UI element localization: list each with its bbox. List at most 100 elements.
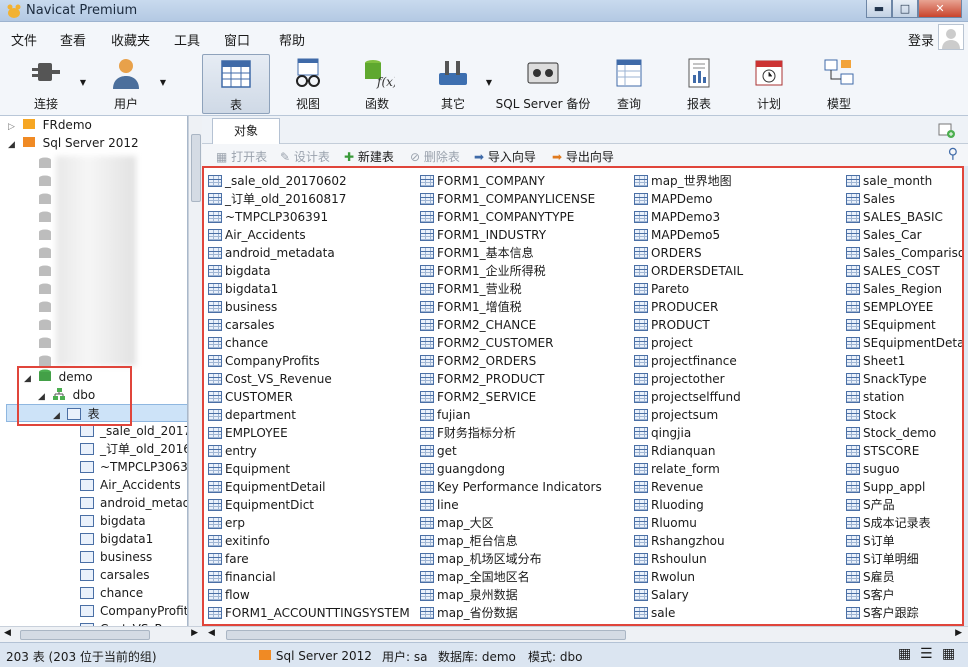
- view-button[interactable]: 视图: [284, 54, 332, 114]
- table-list-item[interactable]: Salary: [634, 586, 689, 604]
- table-list-item[interactable]: sale_month: [846, 172, 932, 190]
- query-button[interactable]: 查询: [606, 54, 652, 114]
- table-list-item[interactable]: _订单_old_20160817: [208, 190, 346, 208]
- sqlserver-backup-button[interactable]: SQL Server 备份: [494, 54, 592, 114]
- table-list-item[interactable]: S订单: [846, 532, 895, 550]
- tree-vertical-scrollbar[interactable]: [188, 116, 202, 626]
- table-list-item[interactable]: bigdata1: [208, 280, 278, 298]
- table-list-item[interactable]: map_机场区域分布: [420, 550, 542, 568]
- collapse-arrow-icon[interactable]: ◢: [53, 411, 60, 421]
- collapse-arrow-icon[interactable]: ◢: [38, 392, 45, 402]
- scroll-thumb[interactable]: [20, 630, 150, 640]
- schedule-button[interactable]: 计划: [746, 54, 792, 114]
- table-list-item[interactable]: chance: [208, 334, 268, 352]
- table-list-item[interactable]: F财务指标分析: [420, 424, 516, 442]
- table-list-item[interactable]: S客户跟踪: [846, 604, 919, 622]
- table-list-item[interactable]: ORDERS: [634, 244, 702, 262]
- scroll-right-arrow-icon[interactable]: ▶: [955, 628, 962, 638]
- table-list-item[interactable]: Stock_demo: [846, 424, 936, 442]
- dropdown-arrow-icon[interactable]: ▼: [486, 78, 492, 87]
- table-list-item[interactable]: S产品: [846, 496, 895, 514]
- tree-table-item[interactable]: _订单_old_2016: [80, 440, 187, 458]
- tree-table-item[interactable]: CompanyProfit: [80, 602, 187, 620]
- close-button[interactable]: ✕: [918, 0, 962, 18]
- detail-view-icon[interactable]: ☰: [920, 646, 933, 662]
- collapse-arrow-icon[interactable]: ◢: [24, 374, 31, 384]
- table-list-item[interactable]: PRODUCT: [634, 316, 710, 334]
- table-list-item[interactable]: Key Performance Indicators: [420, 478, 602, 496]
- table-list-item[interactable]: Sales_Car: [846, 226, 922, 244]
- table-list-item[interactable]: Cost_VS_Revenue: [208, 370, 332, 388]
- table-list-item[interactable]: Rdianquan: [634, 442, 715, 460]
- function-button[interactable]: f(x) 函数: [352, 54, 402, 114]
- table-list-item[interactable]: Air_Accidents: [208, 226, 306, 244]
- menu-help[interactable]: 帮助: [279, 30, 305, 49]
- table-list-item[interactable]: suguo: [846, 460, 899, 478]
- table-list-item[interactable]: get: [420, 442, 457, 460]
- table-list-item[interactable]: financial: [208, 568, 276, 586]
- table-list-item[interactable]: map_柜台信息: [420, 532, 518, 550]
- avatar[interactable]: [938, 24, 964, 50]
- table-list-item[interactable]: projectfinance: [634, 352, 737, 370]
- table-list-item[interactable]: Equipment: [208, 460, 290, 478]
- table-list-item[interactable]: flow: [208, 586, 250, 604]
- scroll-right-arrow-icon[interactable]: ▶: [191, 628, 198, 638]
- tree-table-item[interactable]: android_metad: [80, 494, 187, 512]
- tree-table-item[interactable]: ~TMPCLP30639: [80, 458, 187, 476]
- tree-table-item[interactable]: _sale_old_20170: [80, 422, 187, 440]
- connect-button[interactable]: 连接 ▼: [20, 54, 86, 114]
- scroll-thumb[interactable]: [191, 134, 201, 202]
- table-list-item[interactable]: Rluomu: [634, 514, 697, 532]
- table-list-item[interactable]: EMPLOYEE: [208, 424, 288, 442]
- grid-view-icon[interactable]: ▦: [942, 646, 955, 662]
- table-list-item[interactable]: PRODUCER: [634, 298, 718, 316]
- table-list-item[interactable]: map_省份数据: [420, 604, 518, 622]
- table-list-item[interactable]: relate_form: [634, 460, 720, 478]
- table-list-item[interactable]: ~TMPCLP306391: [208, 208, 328, 226]
- model-button[interactable]: 模型: [816, 54, 862, 114]
- menu-tools[interactable]: 工具: [174, 30, 200, 49]
- open-table-button[interactable]: ▦ 打开表: [216, 148, 267, 165]
- menu-file[interactable]: 文件: [11, 30, 37, 49]
- table-list-item[interactable]: line: [420, 496, 459, 514]
- table-list-item[interactable]: Sales_Compariso: [846, 244, 962, 262]
- table-list-item[interactable]: qingjia: [634, 424, 691, 442]
- table-list-item[interactable]: CUSTOMER: [208, 388, 293, 406]
- table-list-item[interactable]: FORM1_基本信息: [420, 244, 534, 262]
- table-list-item[interactable]: _sale_old_20170602: [208, 172, 347, 190]
- scroll-left-arrow-icon[interactable]: ◀: [4, 628, 11, 638]
- new-table-button[interactable]: ✚ 新建表: [344, 148, 394, 165]
- list-view-icon[interactable]: ▦: [898, 646, 911, 662]
- menu-window[interactable]: 窗口: [224, 30, 250, 49]
- table-button[interactable]: 表: [202, 54, 270, 114]
- table-list-item[interactable]: map_大区: [420, 514, 494, 532]
- table-list-item[interactable]: FORM1_COMPANY: [420, 172, 545, 190]
- table-list-item[interactable]: FORM1_企业所得税: [420, 262, 546, 280]
- table-list-item[interactable]: Rwolun: [634, 568, 695, 586]
- table-list-item[interactable]: FORM1_ACCOUNTTINGSYSTEM: [208, 604, 410, 622]
- table-list-item[interactable]: map_世界地图: [634, 172, 732, 190]
- table-list-item[interactable]: FORM2_ORDERS: [420, 352, 536, 370]
- table-list-item[interactable]: Rshangzhou: [634, 532, 725, 550]
- table-list-item[interactable]: SEMPLOYEE: [846, 298, 933, 316]
- table-list-item[interactable]: FORM1_营业税: [420, 280, 522, 298]
- table-list-item[interactable]: Sales: [846, 190, 895, 208]
- table-list-item[interactable]: projectother: [634, 370, 725, 388]
- tab-objects[interactable]: 对象: [212, 118, 280, 144]
- table-list-item[interactable]: EquipmentDetail: [208, 478, 326, 496]
- table-list-item[interactable]: map_泉州数据: [420, 586, 518, 604]
- tree-table-item[interactable]: bigdata1: [80, 530, 153, 548]
- new-tab-icon[interactable]: [938, 121, 956, 139]
- table-list-item[interactable]: FORM2_CUSTOMER: [420, 334, 554, 352]
- user-button[interactable]: 用户 ▼: [100, 54, 166, 114]
- table-list-item[interactable]: MAPDemo5: [634, 226, 720, 244]
- table-list-item[interactable]: sale: [634, 604, 675, 622]
- export-wizard-button[interactable]: ➡ 导出向导: [552, 148, 614, 165]
- table-list-item[interactable]: station: [846, 388, 904, 406]
- tree-table-item[interactable]: Air_Accidents: [80, 476, 181, 494]
- tree-schema-dbo[interactable]: ◢ dbo: [38, 386, 95, 404]
- table-list-item[interactable]: SnackType: [846, 370, 927, 388]
- table-list-item[interactable]: Revenue: [634, 478, 703, 496]
- table-list-item[interactable]: fare: [208, 550, 249, 568]
- dropdown-arrow-icon[interactable]: ▼: [80, 78, 86, 87]
